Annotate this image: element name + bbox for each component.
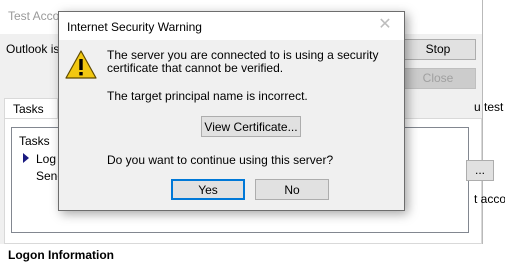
tab-tasks[interactable]: Tasks [4, 98, 58, 120]
no-button[interactable]: No [255, 179, 329, 200]
view-certificate-button[interactable]: View Certificate... [201, 116, 301, 137]
background-right-text: t acco [474, 192, 505, 206]
close-button[interactable]: Close [400, 68, 476, 89]
internet-security-warning-dialog: Internet Security Warning ✕ The server y… [58, 11, 405, 211]
dialog-message: The server you are connected to is using… [107, 48, 379, 75]
dialog-title: Internet Security Warning [67, 20, 202, 34]
background-description: Outlook is [6, 42, 60, 56]
stop-button[interactable]: Stop [400, 39, 476, 60]
warning-icon [65, 50, 97, 79]
ellipsis-button[interactable]: ... [466, 160, 494, 181]
logon-information-heading: Logon Information [8, 248, 114, 262]
close-icon[interactable]: ✕ [376, 16, 394, 34]
tasks-list-header: Tasks [19, 134, 50, 148]
dialog-detail: The target principal name is incorrect. [107, 89, 308, 103]
background-right-text: u test [474, 100, 504, 114]
background-window-title: Test Acco [8, 9, 60, 23]
dialog-question: Do you want to continue using this serve… [107, 153, 334, 167]
row-expand-arrow-icon [23, 153, 29, 163]
yes-button[interactable]: Yes [171, 179, 245, 200]
dialog-titlebar: Internet Security Warning ✕ [59, 12, 404, 40]
